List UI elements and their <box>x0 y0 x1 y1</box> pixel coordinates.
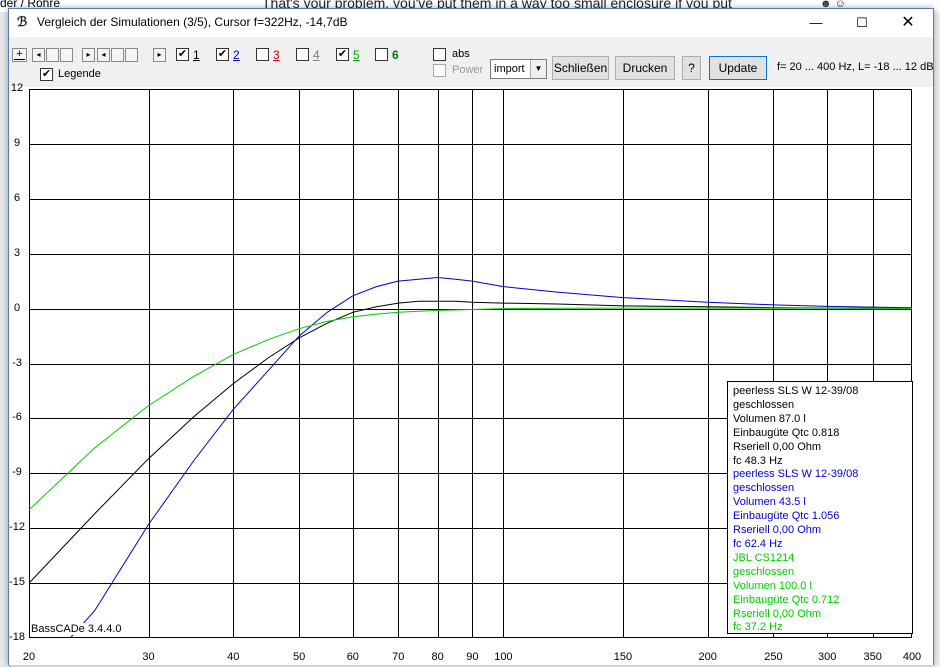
x-tick-label: 70 <box>392 651 405 663</box>
close-button[interactable]: Schließen <box>552 56 609 80</box>
nav-blank-button-4[interactable] <box>125 48 138 62</box>
legend-line: fc 62.4 Hz <box>733 537 783 550</box>
trace-4-checkbox[interactable] <box>296 48 309 61</box>
legend-line: peerless SLS W 12-39/08 <box>733 468 859 481</box>
help-button[interactable]: ? <box>682 56 701 80</box>
version-label: BassCADe 3.4.4.0 <box>31 623 122 635</box>
x-tick-label: 90 <box>466 651 479 663</box>
nav-blank-button-1[interactable] <box>46 48 59 62</box>
title-bar[interactable]: ℬ Vergleich der Simulationen (3/5), Curs… <box>9 9 933 37</box>
x-tick-label: 100 <box>494 651 513 663</box>
y-tick-label: 9 <box>13 136 21 149</box>
abs-checkbox[interactable] <box>433 48 446 61</box>
legend-line: fc 48.3 Hz <box>733 454 783 467</box>
y-tick-label: -3 <box>12 356 22 369</box>
legend-line: peerless SLS W 12-39/08 <box>733 385 859 397</box>
x-tick-label: 400 <box>902 651 922 663</box>
y-tick-label: 0 <box>13 301 21 314</box>
print-button[interactable]: Drucken <box>615 56 675 80</box>
x-tick-label: 20 <box>22 651 36 663</box>
legend-box: peerless SLS W 12-39/08 geschlossen Volume… <box>727 381 913 634</box>
x-tick-label: 250 <box>764 651 783 663</box>
nav-blank-button-2[interactable] <box>60 48 73 62</box>
trace-4-label: 4 <box>313 48 320 62</box>
x-tick-label: 30 <box>142 651 155 663</box>
comparison-window: ℬ Vergleich der Simulationen (3/5), Curs… <box>8 8 934 665</box>
legend-line: Rseriell 0,00 Ohm <box>733 524 822 537</box>
legend-line: geschlossen <box>733 398 795 411</box>
y-tick-label: -15 <box>9 576 25 589</box>
plot-frame: 12 9 6 3 0 -3 -6 -9 -12 -15 -18 20 30 40 50 60 70 80 90 10… <box>9 82 933 665</box>
toolbar: + ◂ ▸ ◂ ▸ ✔ 1 ✔ 2 3 4 ✔ 5 6 ✔ Legende abs Power … <box>9 37 934 87</box>
y-tick-label: -12 <box>9 521 25 534</box>
trace-1-checkbox[interactable]: ✔ <box>176 48 189 61</box>
nav-right-button-2[interactable]: ▸ <box>153 48 166 62</box>
y-tick-label: -18 <box>9 631 25 643</box>
abs-label: abs <box>452 48 470 60</box>
x-tick-label: 300 <box>818 651 837 663</box>
legend-line: JBL CS1214 <box>733 551 795 564</box>
y-tick-label: 12 <box>10 82 24 94</box>
trace-2-checkbox[interactable]: ✔ <box>216 48 229 61</box>
y-tick-label: -6 <box>12 411 22 424</box>
legend-line: Volumen 87.0 l <box>733 412 806 425</box>
minimize-button[interactable]: — <box>793 9 839 37</box>
x-tick-label: 40 <box>227 651 240 663</box>
legend-line: Einbaugüte Qtc 1.056 <box>733 510 840 523</box>
legend-line: Rseriell 0,00 Ohm <box>733 607 822 620</box>
y-tick-label: -9 <box>12 466 22 479</box>
nav-right-button-1[interactable]: ▸ <box>82 48 95 62</box>
close-window-button[interactable]: ✕ <box>885 9 931 37</box>
nav-left-button-1[interactable]: ◂ <box>32 48 45 62</box>
x-tick-label: 150 <box>613 651 633 663</box>
trace-3-label: 3 <box>273 48 280 62</box>
legend-line: Einbaugüte Qtc 0.818 <box>733 426 840 439</box>
x-tick-label: 50 <box>292 651 306 663</box>
nav-left-button-2[interactable]: ◂ <box>97 48 110 62</box>
x-tick-label: 60 <box>346 651 359 663</box>
maximize-button[interactable]: ☐ <box>839 9 885 37</box>
trace-5-checkbox[interactable]: ✔ <box>336 48 349 61</box>
x-tick-label: 350 <box>863 651 882 663</box>
legend-checkbox[interactable]: ✔ <box>40 68 53 81</box>
y-tick-label: 6 <box>13 191 21 204</box>
app-icon: ℬ <box>17 15 28 30</box>
trace-6-label: 6 <box>392 48 399 62</box>
legend-line: fc 37.2 Hz <box>733 621 783 634</box>
trace-3-checkbox[interactable] <box>256 48 269 61</box>
legend-line: Rseriell 0,00 Ohm <box>733 440 822 453</box>
legend-line: geschlossen <box>733 482 795 495</box>
zoom-plus-button[interactable]: + <box>12 48 27 62</box>
nav-blank-button-3[interactable] <box>111 48 124 62</box>
range-info: f= 20 ... 400 Hz, L= -18 ... 12 dB <box>777 61 934 73</box>
trace-5-label: 5 <box>353 48 360 62</box>
legend-line: geschlossen <box>733 565 795 578</box>
y-tick-label: 3 <box>13 246 21 259</box>
power-label: Power <box>452 64 484 76</box>
legend-line: Volumen 43.5 l <box>733 496 806 509</box>
trace-6-checkbox[interactable] <box>375 48 388 61</box>
update-button[interactable]: Update <box>709 56 767 80</box>
legend-line: Volumen 100.0 l <box>733 579 812 592</box>
import-select[interactable]: import ▼ <box>490 59 547 79</box>
chevron-down-icon[interactable]: ▼ <box>530 60 546 78</box>
trace-1-label: 1 <box>193 48 200 62</box>
x-tick-label: 200 <box>698 651 717 663</box>
x-tick-label: 80 <box>431 651 444 663</box>
window-title: Vergleich der Simulationen (3/5), Cursor… <box>37 15 348 29</box>
trace-2-label: 2 <box>233 48 240 62</box>
power-checkbox <box>433 64 446 77</box>
import-select-value: import <box>494 63 525 75</box>
legend-line: Einbaugüte Qtc 0.712 <box>733 593 840 606</box>
legend-label: Legende <box>58 68 101 80</box>
